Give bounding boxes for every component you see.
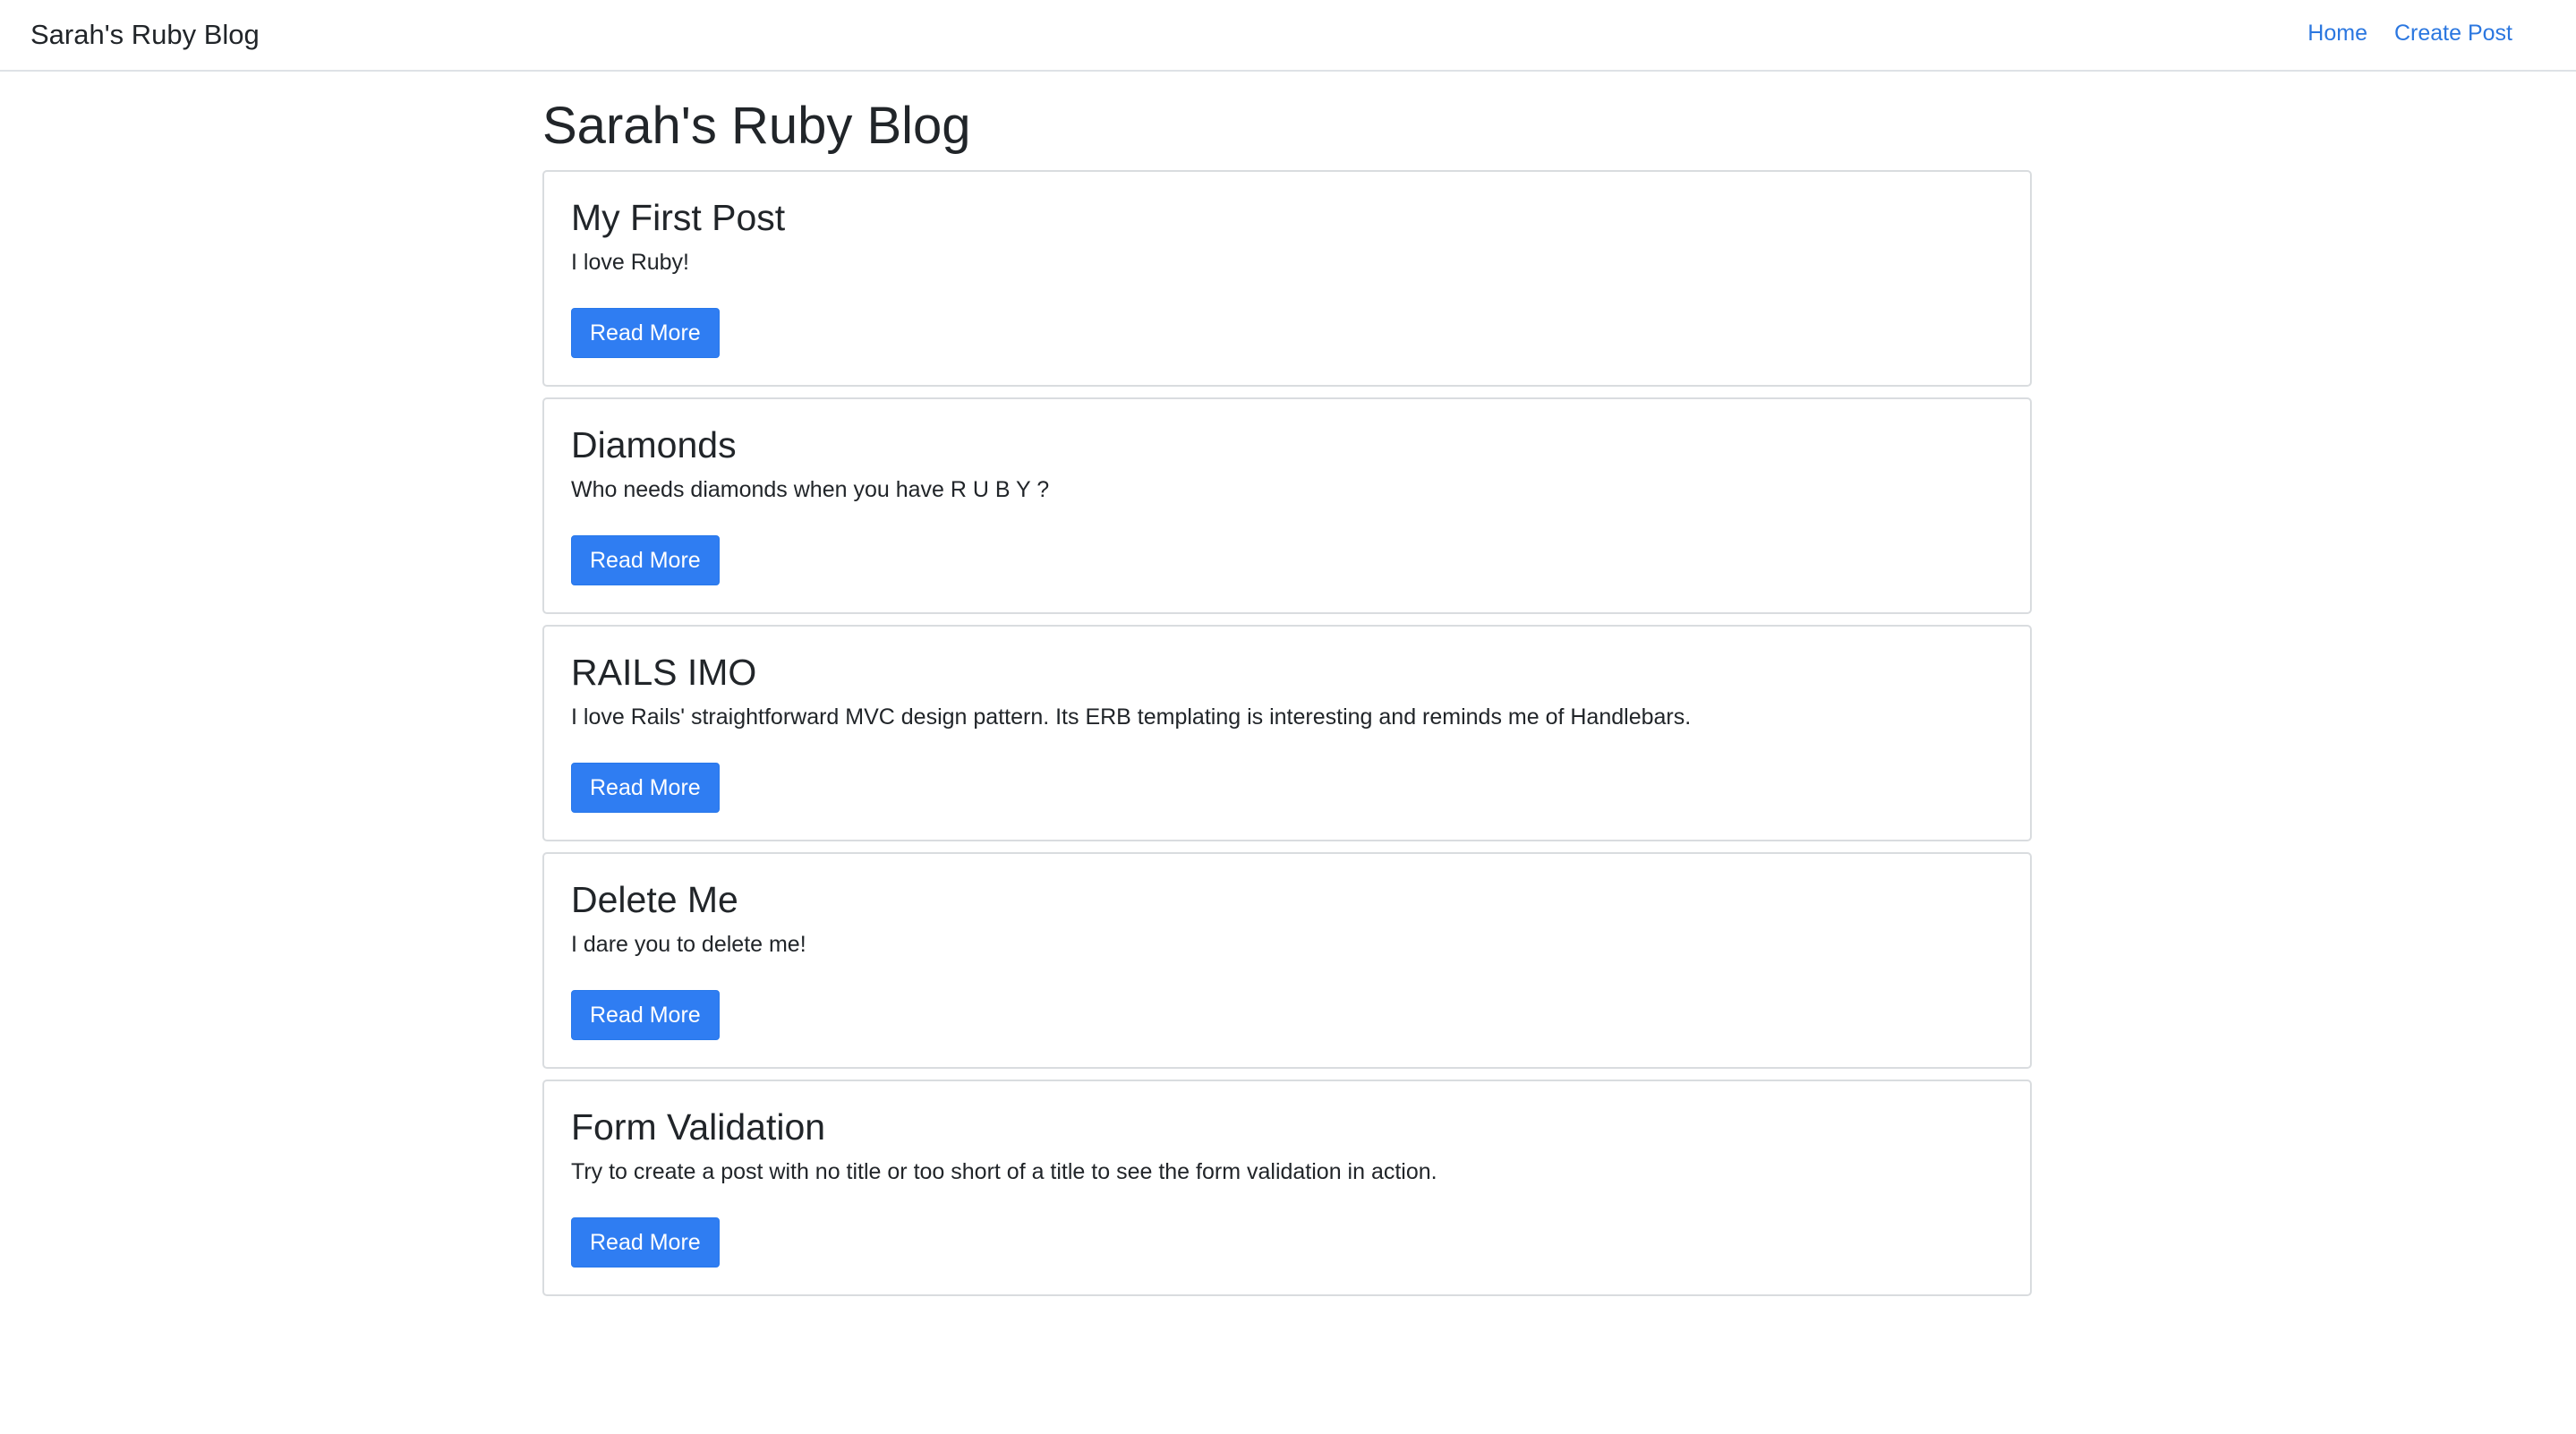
nav-home-link[interactable]: Home <box>2307 18 2367 48</box>
post-title: Diamonds <box>571 424 737 465</box>
read-more-button[interactable]: Read More <box>571 990 720 1040</box>
read-more-button[interactable]: Read More <box>571 535 720 585</box>
post-body: Try to create a post with no title or to… <box>571 1159 1437 1184</box>
post-card: Diamonds Who needs diamonds when you hav… <box>542 397 2032 614</box>
navbar: Sarah's Ruby Blog Home Create Post <box>0 0 2576 72</box>
post-body: Who needs diamonds when you have R U B Y… <box>571 477 1050 502</box>
post-title: Form Validation <box>571 1106 826 1148</box>
post-body: I dare you to delete me! <box>571 932 806 957</box>
post-title: My First Post <box>571 197 786 238</box>
read-more-button[interactable]: Read More <box>571 1217 720 1268</box>
read-more-button[interactable]: Read More <box>571 308 720 358</box>
post-card: Form Validation Try to create a post wit… <box>542 1080 2032 1296</box>
page-title: Sarah's Ruby Blog <box>542 97 971 155</box>
nav-create-post-link[interactable]: Create Post <box>2394 18 2512 48</box>
post-card: My First Post I love Ruby! Read More <box>542 170 2032 387</box>
main-content: Sarah's Ruby Blog My First Post I love R… <box>542 90 2032 1307</box>
nav-links: Home Create Post <box>2307 18 2512 48</box>
post-title: Delete Me <box>571 879 738 920</box>
post-body: I love Rails' straightforward MVC design… <box>571 704 1692 730</box>
read-more-button[interactable]: Read More <box>571 763 720 813</box>
post-body: I love Ruby! <box>571 250 690 275</box>
post-card: Delete Me I dare you to delete me! Read … <box>542 852 2032 1069</box>
brand-link[interactable]: Sarah's Ruby Blog <box>30 16 260 54</box>
post-card: RAILS IMO I love Rails' straightforward … <box>542 625 2032 841</box>
post-title: RAILS IMO <box>571 652 757 693</box>
